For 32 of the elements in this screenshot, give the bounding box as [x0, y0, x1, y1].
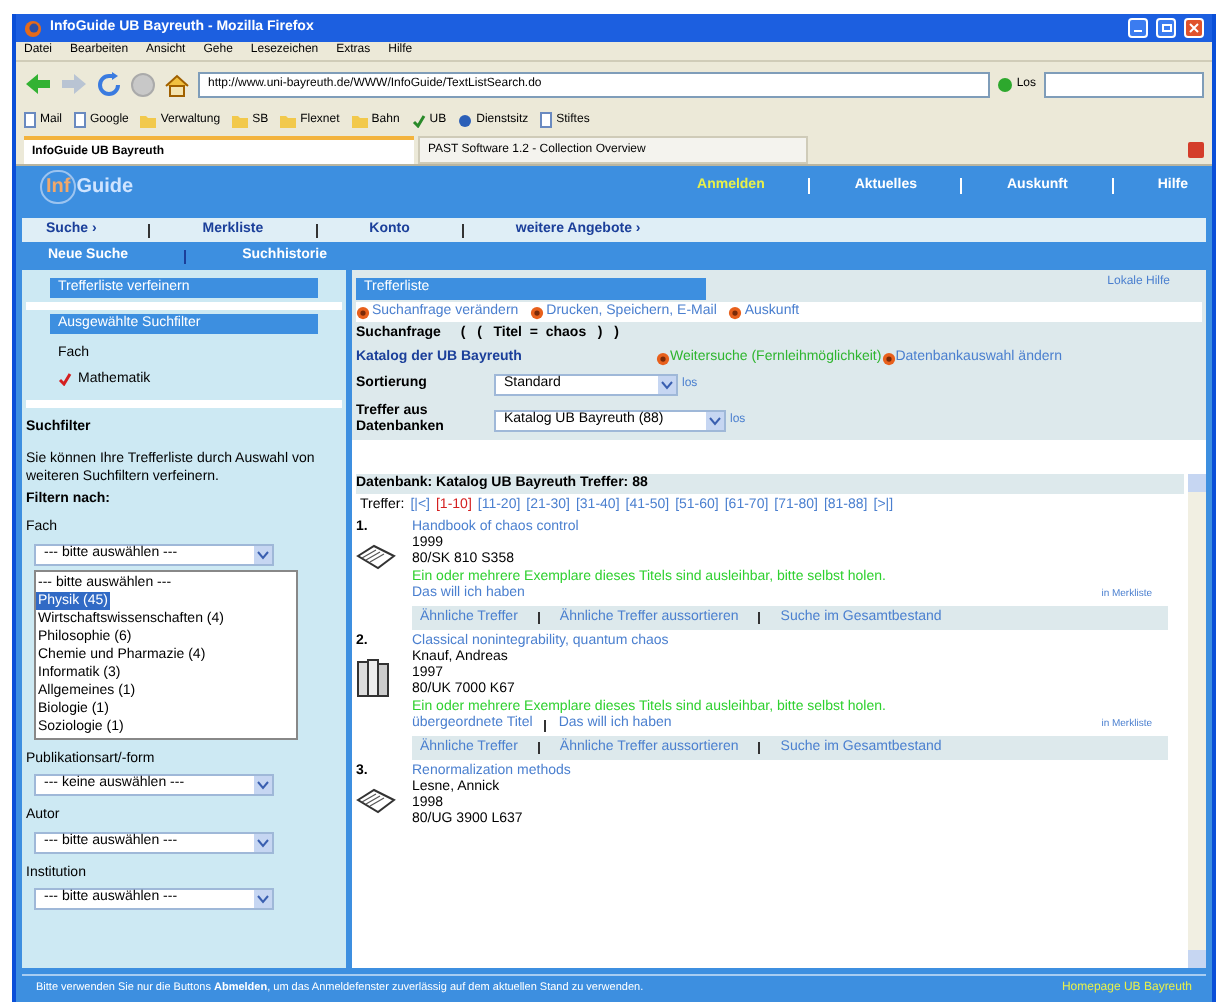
- home-icon[interactable]: [164, 71, 190, 97]
- folder-icon: [351, 113, 368, 127]
- scrollbar[interactable]: [1188, 474, 1206, 968]
- books-icon: [356, 657, 392, 697]
- page-icon: [540, 112, 553, 128]
- dropdown-arrow-icon[interactable]: [658, 376, 676, 394]
- back-icon[interactable]: [24, 72, 52, 96]
- folder-icon: [280, 113, 297, 127]
- page-icon: [24, 112, 36, 128]
- bullet-icon: [530, 305, 545, 319]
- bullet-icon: [728, 305, 743, 319]
- firefox-icon: [24, 19, 42, 37]
- bullet-icon: [656, 352, 670, 366]
- bullet-icon: [356, 305, 370, 319]
- globe-icon: [458, 113, 473, 127]
- folder-icon: [232, 113, 249, 127]
- check-icon: [411, 113, 426, 127]
- page-icon: [74, 112, 87, 128]
- dropdown-arrow-icon[interactable]: [254, 890, 272, 908]
- dropdown-arrow-icon[interactable]: [706, 411, 724, 429]
- dropdown-arrow-icon[interactable]: [254, 776, 272, 794]
- dropdown-arrow-icon[interactable]: [254, 833, 272, 851]
- folder-icon: [140, 113, 157, 127]
- dropdown-arrow-icon[interactable]: [254, 545, 272, 563]
- search-field[interactable]: [1044, 71, 1204, 97]
- maximize-button[interactable]: [1156, 18, 1176, 38]
- bullet-icon: [881, 352, 896, 366]
- logo: Inf Guide: [40, 169, 134, 203]
- close-button[interactable]: [1184, 18, 1204, 38]
- check-icon[interactable]: [58, 372, 72, 387]
- minimize-button[interactable]: [1128, 18, 1148, 38]
- reload-icon[interactable]: [96, 71, 122, 97]
